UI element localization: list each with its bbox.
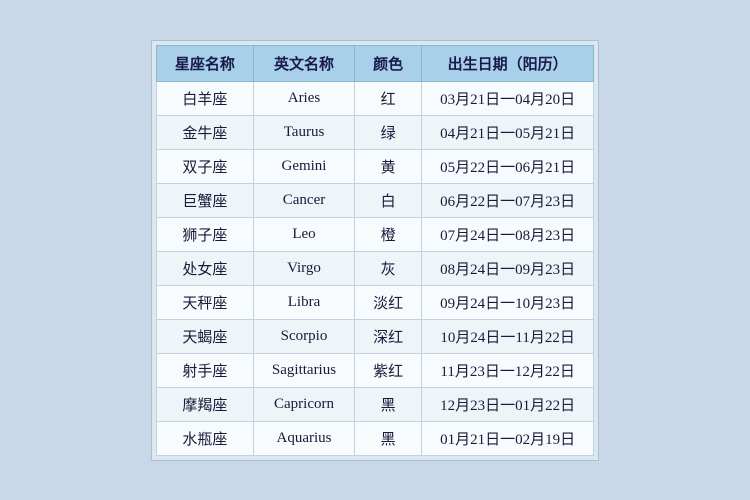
cell-color: 淡红 [355,285,422,319]
cell-dates: 06月22日一07月23日 [422,183,594,217]
cell-dates: 07月24日一08月23日 [422,217,594,251]
cell-color: 黑 [355,387,422,421]
cell-dates: 04月21日一05月21日 [422,115,594,149]
table-row: 处女座Virgo灰08月24日一09月23日 [156,251,593,285]
cell-dates: 03月21日一04月20日 [422,81,594,115]
cell-color: 黄 [355,149,422,183]
table-row: 摩羯座Capricorn黑12月23日一01月22日 [156,387,593,421]
col-header-dates: 出生日期（阳历） [422,45,594,81]
cell-dates: 08月24日一09月23日 [422,251,594,285]
cell-chinese: 处女座 [156,251,253,285]
cell-english: Taurus [253,115,354,149]
cell-chinese: 狮子座 [156,217,253,251]
cell-dates: 01月21日一02月19日 [422,421,594,455]
cell-color: 深红 [355,319,422,353]
table-row: 双子座Gemini黄05月22日一06月21日 [156,149,593,183]
cell-english: Leo [253,217,354,251]
col-header-chinese: 星座名称 [156,45,253,81]
cell-color: 绿 [355,115,422,149]
cell-chinese: 巨蟹座 [156,183,253,217]
cell-english: Libra [253,285,354,319]
cell-dates: 05月22日一06月21日 [422,149,594,183]
cell-color: 紫红 [355,353,422,387]
cell-dates: 09月24日一10月23日 [422,285,594,319]
table-row: 白羊座Aries红03月21日一04月20日 [156,81,593,115]
zodiac-table: 星座名称 英文名称 颜色 出生日期（阳历） 白羊座Aries红03月21日一04… [156,45,594,456]
table-row: 巨蟹座Cancer白06月22日一07月23日 [156,183,593,217]
cell-english: Sagittarius [253,353,354,387]
cell-english: Capricorn [253,387,354,421]
col-header-english: 英文名称 [253,45,354,81]
cell-chinese: 射手座 [156,353,253,387]
cell-english: Gemini [253,149,354,183]
cell-color: 黑 [355,421,422,455]
cell-dates: 12月23日一01月22日 [422,387,594,421]
cell-chinese: 金牛座 [156,115,253,149]
table-row: 金牛座Taurus绿04月21日一05月21日 [156,115,593,149]
cell-english: Aries [253,81,354,115]
cell-color: 橙 [355,217,422,251]
cell-english: Cancer [253,183,354,217]
cell-chinese: 白羊座 [156,81,253,115]
cell-color: 灰 [355,251,422,285]
cell-english: Scorpio [253,319,354,353]
cell-english: Aquarius [253,421,354,455]
col-header-color: 颜色 [355,45,422,81]
cell-dates: 10月24日一11月22日 [422,319,594,353]
cell-chinese: 水瓶座 [156,421,253,455]
cell-chinese: 天秤座 [156,285,253,319]
table-row: 狮子座Leo橙07月24日一08月23日 [156,217,593,251]
table-row: 天秤座Libra淡红09月24日一10月23日 [156,285,593,319]
table-row: 水瓶座Aquarius黑01月21日一02月19日 [156,421,593,455]
cell-chinese: 摩羯座 [156,387,253,421]
table-row: 天蝎座Scorpio深红10月24日一11月22日 [156,319,593,353]
cell-color: 红 [355,81,422,115]
table-row: 射手座Sagittarius紫红11月23日一12月22日 [156,353,593,387]
cell-english: Virgo [253,251,354,285]
cell-color: 白 [355,183,422,217]
zodiac-table-container: 星座名称 英文名称 颜色 出生日期（阳历） 白羊座Aries红03月21日一04… [151,40,599,461]
table-header-row: 星座名称 英文名称 颜色 出生日期（阳历） [156,45,593,81]
cell-chinese: 天蝎座 [156,319,253,353]
cell-dates: 11月23日一12月22日 [422,353,594,387]
cell-chinese: 双子座 [156,149,253,183]
